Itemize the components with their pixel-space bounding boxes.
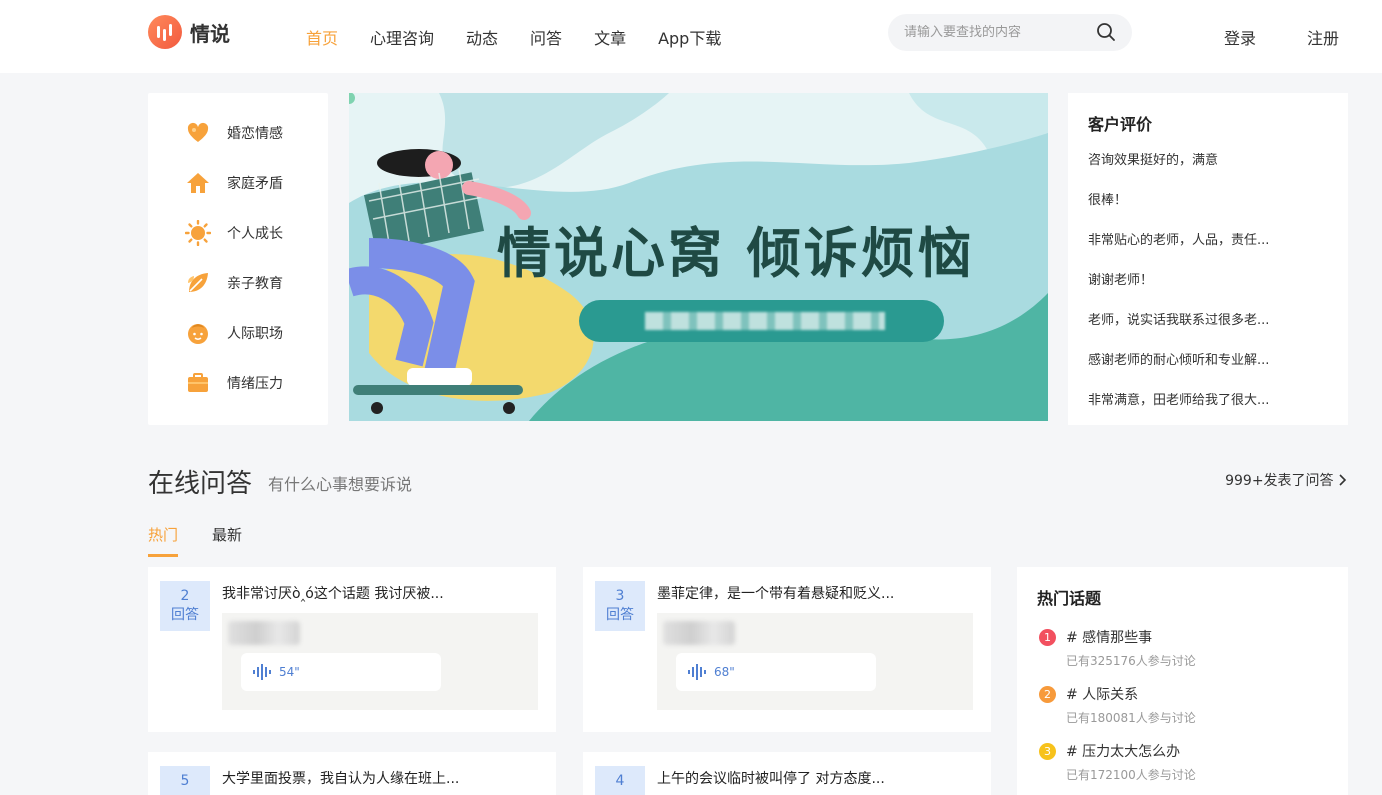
category-label: 家庭矛盾 — [227, 176, 283, 192]
search-input[interactable] — [904, 25, 1084, 40]
tab-hot[interactable]: 热门 — [148, 524, 179, 557]
leaf-icon — [185, 270, 211, 296]
answer-count-badge: 4 — [595, 766, 645, 795]
login-link[interactable]: 登录 — [1224, 0, 1256, 73]
hero-banner[interactable]: 情说心窝 倾诉烦恼 — [349, 93, 1048, 421]
review-item[interactable]: 非常贴心的老师，人品，责任... — [1088, 233, 1328, 273]
hot-topics-title: 热门话题 — [1037, 589, 1102, 608]
answer-count-badge: 2 回答 — [160, 581, 210, 631]
topic-name: # 感情那些事 — [1066, 630, 1153, 646]
review-item[interactable]: 咨询效果挺好的，满意 — [1088, 153, 1328, 193]
heart-icon — [185, 120, 211, 146]
hot-topic-item[interactable]: 2 # 人际关系 已有180081人参与讨论 — [1037, 684, 1328, 741]
logo[interactable]: 情说 — [148, 15, 230, 49]
qa-more-label: 999+发表了问答 — [1225, 473, 1334, 489]
reviews-title: 客户评价 — [1088, 115, 1153, 134]
question-text[interactable]: 墨菲定律，是一个带有着悬疑和贬义... — [657, 583, 894, 603]
qa-section-subtitle: 有什么心事想要诉说 — [268, 475, 413, 494]
review-item[interactable]: 老师，说实话我联系过很多老... — [1088, 313, 1328, 353]
audio-wave-icon — [253, 664, 271, 680]
answer-count: 3 — [615, 588, 625, 604]
top-header: 情说 首页 心理咨询 动态 问答 文章 App下载 登录 注册 — [0, 0, 1382, 73]
logo-text: 情说 — [190, 21, 230, 46]
voice-answer-button[interactable]: 54" — [241, 653, 441, 691]
voice-answer-button[interactable]: 68" — [676, 653, 876, 691]
nav-app-download[interactable]: App下载 — [658, 25, 721, 49]
question-text[interactable]: 大学里面投票，我自认为人缘在班上... — [222, 768, 459, 788]
answer-count: 4 — [615, 773, 625, 789]
qa-section-title: 在线问答 — [148, 469, 253, 499]
answer-count-label: 回答 — [171, 607, 199, 623]
category-label: 亲子教育 — [227, 276, 283, 292]
question-text[interactable]: 我非常讨厌ò‸ó这个话题 我讨厌被... — [222, 583, 444, 603]
category-parenting[interactable]: 亲子教育 — [148, 258, 328, 308]
qa-card[interactable]: 3 回答 墨菲定律，是一个带有着悬疑和贬义... 68" — [583, 567, 991, 732]
chevron-right-icon — [1339, 474, 1347, 486]
category-label: 婚恋情感 — [227, 126, 283, 142]
hot-topic-item[interactable]: 1 # 感情那些事 已有325176人参与讨论 — [1037, 627, 1328, 684]
customer-reviews-panel: 客户评价 咨询效果挺好的，满意 很棒！ 非常贴心的老师，人品，责任... 谢谢老… — [1068, 93, 1348, 425]
category-growth[interactable]: 个人成长 — [148, 208, 328, 258]
nav-home[interactable]: 首页 — [306, 25, 338, 49]
rank-badge: 1 — [1039, 629, 1056, 646]
topic-participants: 已有325176人参与讨论 — [1066, 654, 1196, 668]
main-nav: 首页 心理咨询 动态 问答 文章 App下载 — [290, 0, 737, 73]
category-label: 个人成长 — [227, 226, 283, 242]
nav-counseling[interactable]: 心理咨询 — [370, 25, 434, 49]
blurred-avatar — [663, 621, 735, 645]
banner-cta[interactable] — [579, 300, 944, 342]
face-icon — [185, 320, 211, 346]
topic-participants: 已有180081人参与讨论 — [1066, 711, 1196, 725]
blurred-avatar — [228, 621, 300, 645]
qa-tabs: 热门 最新 — [148, 524, 242, 557]
logo-mark-icon — [148, 15, 182, 49]
answer-count-badge: 3 回答 — [595, 581, 645, 631]
audio-wave-icon — [688, 664, 706, 680]
category-stress[interactable]: 情绪压力 — [148, 358, 328, 408]
register-link[interactable]: 注册 — [1307, 0, 1339, 73]
topic-name: # 压力太大怎么办 — [1066, 744, 1181, 760]
briefcase-icon — [185, 370, 211, 396]
voice-duration: 54" — [279, 665, 300, 679]
category-label: 人际职场 — [227, 326, 283, 342]
qa-card[interactable]: 4 上午的会议临时被叫停了 对方态度... — [583, 752, 991, 795]
category-panel: 婚恋情感 家庭矛盾 个人成长 亲子教育 人际职场 情绪压力 — [148, 93, 328, 425]
sun-icon — [185, 220, 211, 246]
search-icon[interactable] — [1096, 22, 1116, 42]
answer-count-badge: 5 — [160, 766, 210, 795]
rank-badge: 3 — [1039, 743, 1056, 760]
hot-topic-item[interactable]: 3 # 压力太大怎么办 已有172100人参与讨论 — [1037, 741, 1328, 795]
answer-preview: 68" — [657, 613, 973, 710]
answer-count: 2 — [180, 588, 190, 604]
nav-feed[interactable]: 动态 — [466, 25, 498, 49]
qa-card[interactable]: 2 回答 我非常讨厌ò‸ó这个话题 我讨厌被... 54" — [148, 567, 556, 732]
tab-latest[interactable]: 最新 — [212, 524, 242, 557]
review-item[interactable]: 谢谢老师！ — [1088, 273, 1328, 313]
answer-count-label: 回答 — [606, 607, 634, 623]
topic-participants: 已有172100人参与讨论 — [1066, 768, 1196, 782]
home-icon — [185, 170, 211, 196]
voice-duration: 68" — [714, 665, 735, 679]
qa-more-link[interactable]: 999+发表了问答 — [1225, 470, 1348, 490]
rank-badge: 2 — [1039, 686, 1056, 703]
answer-count: 5 — [180, 773, 190, 789]
category-family[interactable]: 家庭矛盾 — [148, 158, 328, 208]
nav-qa[interactable]: 问答 — [530, 25, 562, 49]
topic-name: # 人际关系 — [1066, 687, 1139, 703]
category-label: 情绪压力 — [227, 376, 283, 392]
question-text[interactable]: 上午的会议临时被叫停了 对方态度... — [657, 768, 885, 788]
banner-title: 情说心窝 倾诉烦恼 — [497, 222, 975, 285]
category-social[interactable]: 人际职场 — [148, 308, 328, 358]
review-item[interactable]: 感谢老师的耐心倾听和专业解... — [1088, 353, 1328, 393]
hot-topics-panel: 热门话题 1 # 感情那些事 已有325176人参与讨论 2 # 人际关系 已有… — [1017, 567, 1348, 795]
nav-articles[interactable]: 文章 — [594, 25, 626, 49]
answer-preview: 54" — [222, 613, 538, 710]
review-item[interactable]: 非常满意，田老师给我了很大... — [1088, 393, 1328, 433]
qa-card[interactable]: 5 大学里面投票，我自认为人缘在班上... — [148, 752, 556, 795]
blurred-text — [645, 312, 885, 330]
search-box — [888, 14, 1132, 51]
review-item[interactable]: 很棒！ — [1088, 193, 1328, 233]
category-love[interactable]: 婚恋情感 — [148, 108, 328, 158]
